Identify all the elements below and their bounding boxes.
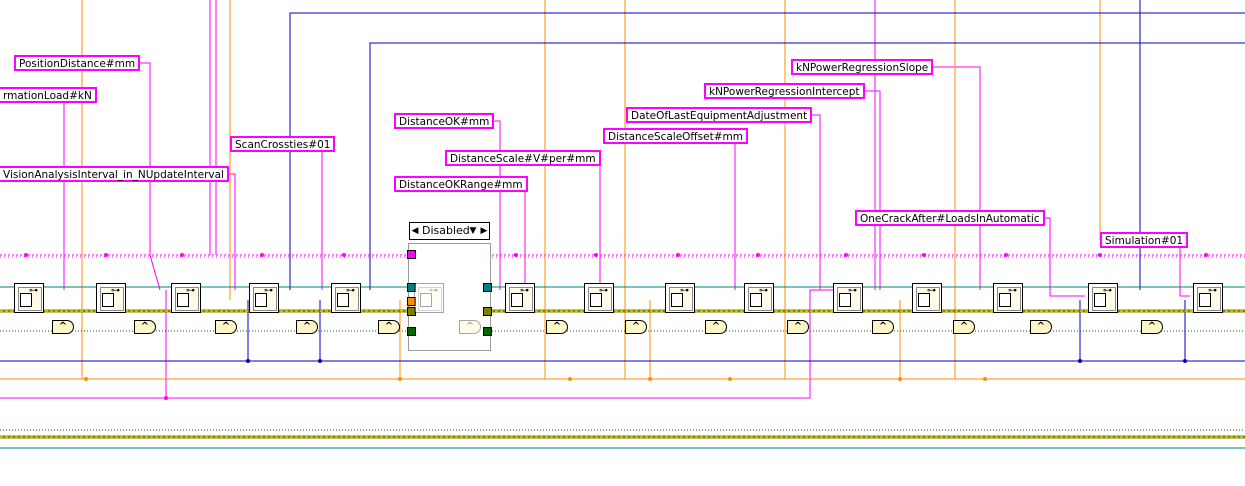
and-gate-4[interactable]: ^ [296,320,318,334]
and-gate-13[interactable]: ^ [1141,320,1163,334]
property-node-12[interactable]: ⊶ [993,283,1023,313]
orange-wires [0,0,1245,380]
label-one-crack-after[interactable]: OneCrackAfter#LoadsInAutomatic [855,210,1045,226]
pink-wires [0,0,1245,399]
and-gate-3[interactable]: ^ [215,320,237,334]
selector-dropdown-arrow[interactable]: ▼ [468,223,478,239]
label-vision-analysis[interactable]: VisionAnalysisInterval_in_NUpdateInterva… [0,166,229,182]
and-gate-2[interactable]: ^ [134,320,156,334]
property-node-4[interactable]: ⊶ [249,283,279,313]
label-scan-crossties[interactable]: ScanCrossties#01 [230,136,336,152]
label-simulation[interactable]: Simulation#01 [1100,232,1189,248]
disabled-and-gate: ^ [459,320,481,334]
and-gate-8[interactable]: ^ [705,320,727,334]
label-distance-ok[interactable]: DistanceOK#mm [394,113,495,129]
label-position-distance[interactable]: PositionDistance#mm [14,55,141,71]
label-distance-ok-range[interactable]: DistanceOKRange#mm [394,176,528,192]
tunnel-teal-out [483,283,492,292]
disabled-property-node: ⊶ [414,283,444,313]
property-node-7[interactable]: ⊶ [584,283,614,313]
property-node-10[interactable]: ⊶ [833,283,863,313]
property-node-1[interactable]: ⊶ [14,283,44,313]
property-node-14[interactable]: ⊶ [1193,283,1223,313]
property-node-9[interactable]: ⊶ [744,283,774,313]
label-distance-scale[interactable]: DistanceScale#V#per#mm [445,150,601,166]
wire-layer [0,0,1245,449]
tunnel-pink [407,250,416,259]
and-gate-5[interactable]: ^ [378,320,400,334]
tunnel-olive-out [483,307,492,316]
and-gate-10[interactable]: ^ [872,320,894,334]
and-gate-11[interactable]: ^ [953,320,975,334]
and-gate-6[interactable]: ^ [546,320,568,334]
property-node-3[interactable]: ⊶ [171,283,201,313]
olive-wires [0,309,1245,439]
selector-left-arrow[interactable]: ◀ [410,223,420,239]
diagram-disable-selector[interactable]: ◀ Disabled ▼ ▶ [409,222,490,240]
property-node-8[interactable]: ⊶ [665,283,695,313]
and-gate-7[interactable]: ^ [625,320,647,334]
property-node-5[interactable]: ⊶ [331,283,361,313]
selector-right-arrow[interactable]: ▶ [479,223,489,239]
label-distance-scale-offset[interactable]: DistanceScaleOffset#mm [603,128,748,144]
property-node-6[interactable]: ⊶ [505,283,535,313]
and-gate-9[interactable]: ^ [787,320,809,334]
block-diagram: ⊶ ⊶ ⊶ ⊶ ⊶ ⊶ ⊶ ⊶ ⊶ ⊶ ⊶ ⊶ ⊶ ⊶ ^ ^ ^ ^ ^ ^ … [0,0,1245,486]
tunnel-green-out [483,327,492,336]
label-kn-power-intercept[interactable]: kNPowerRegressionIntercept [704,83,865,99]
green-wires [0,330,1245,431]
property-node-13[interactable]: ⊶ [1088,283,1118,313]
label-formation-load[interactable]: rmationLoad#kN [0,87,97,103]
label-kn-power-slope[interactable]: kNPowerRegressionSlope [791,59,934,75]
and-gate-12[interactable]: ^ [1030,320,1052,334]
property-node-11[interactable]: ⊶ [912,283,942,313]
and-gate-1[interactable]: ^ [52,320,74,334]
selector-value: Disabled [422,224,470,237]
tunnel-green-in [407,327,416,336]
label-date-last-adjustment[interactable]: DateOfLastEquipmentAdjustment [626,107,813,123]
property-node-2[interactable]: ⊶ [96,283,126,313]
